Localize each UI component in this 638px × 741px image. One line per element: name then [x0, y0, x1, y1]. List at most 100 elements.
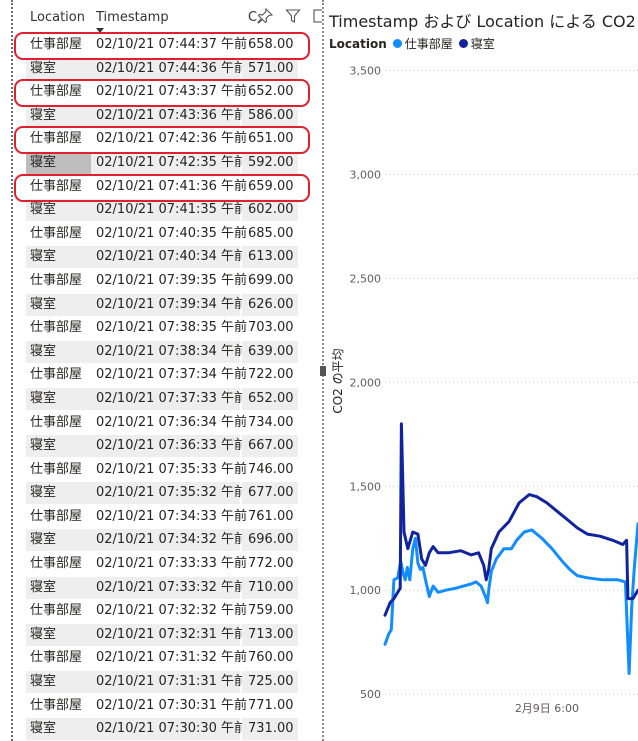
y-tick-label: 1,000	[350, 584, 382, 597]
row-highlight-annotation	[14, 126, 310, 155]
table-row[interactable]: 寝室 02/10/21 07:38:34 午前 639.00	[22, 340, 322, 365]
cell-location: 寝室	[26, 293, 92, 316]
cell-timestamp: 02/10/21 07:33:32 午前	[91, 576, 247, 599]
filter-icon[interactable]	[285, 8, 301, 24]
cell-location: 寝室	[26, 671, 92, 694]
cell-timestamp: 02/10/21 07:44:36 午前	[91, 57, 247, 80]
cell-timestamp: 02/10/21 07:34:33 午前	[96, 508, 248, 524]
y-axis-label: CO2 の平均	[331, 348, 345, 413]
table-row[interactable]: 仕事部屋 02/10/21 07:34:33 午前 761.00	[22, 506, 322, 530]
cell-co2-value: 677.00	[242, 482, 298, 505]
table-row[interactable]: 仕事部屋 02/10/21 07:30:31 午前 771.00	[22, 695, 322, 719]
cell-timestamp: 02/10/21 07:39:34 午前	[91, 293, 247, 316]
cell-timestamp: 02/10/21 07:39:35 午前	[96, 272, 248, 288]
cell-timestamp: 02/10/21 07:30:30 午前	[91, 718, 247, 741]
cell-location: 寝室	[26, 576, 92, 599]
table-row[interactable]: 寝室 02/10/21 07:44:36 午前 571.00	[22, 57, 322, 82]
y-tick-label: 500	[360, 688, 381, 701]
y-tick-label: 3,000	[350, 168, 382, 181]
cell-co2-value: 652.00	[242, 387, 298, 410]
row-highlight-annotation	[14, 32, 310, 60]
cell-location: 寝室	[26, 199, 92, 222]
table-row[interactable]: 仕事部屋 02/10/21 07:37:34 午前 722.00	[22, 364, 322, 388]
cell-co2-value: 703.00	[248, 320, 294, 336]
cell-co2-value: 592.00	[242, 151, 298, 174]
cell-timestamp: 02/10/21 07:36:34 午前	[96, 414, 248, 430]
cell-co2-value: 685.00	[248, 225, 294, 241]
table-row[interactable]: 寝室 02/10/21 07:33:32 午前 710.00	[22, 576, 322, 601]
pane-left-border	[11, 0, 13, 741]
table-row[interactable]: 仕事部屋 02/10/21 07:31:32 午前 760.00	[22, 647, 322, 671]
cell-location: 仕事部屋	[30, 272, 83, 288]
table-row[interactable]: 寝室 02/10/21 07:34:32 午前 696.00	[22, 529, 322, 553]
table-visual[interactable]: Location Timestamp C 仕事部屋 02/10/21 07:44:…	[22, 0, 322, 741]
cell-location: 仕事部屋	[30, 508, 83, 524]
cell-timestamp: 02/10/21 07:40:34 午前	[91, 246, 247, 269]
table-row[interactable]: 仕事部屋 02/10/21 07:32:32 午前 759.00	[22, 600, 322, 624]
cell-co2-value: 710.00	[242, 576, 298, 599]
table-row[interactable]: 寝室 02/10/21 07:40:34 午前 613.00	[22, 246, 322, 270]
y-tick-label: 3,500	[350, 64, 382, 77]
cell-timestamp: 02/10/21 07:34:32 午前	[91, 529, 247, 552]
table-header: Location Timestamp C	[22, 0, 322, 34]
table-row[interactable]: 仕事部屋 02/10/21 07:39:35 午前 699.00	[22, 270, 322, 294]
cell-co2-value: 772.00	[248, 556, 294, 572]
cell-timestamp: 02/10/21 07:32:32 午前	[96, 603, 248, 619]
cell-location: 仕事部屋	[30, 603, 83, 619]
cell-co2-value: 759.00	[248, 603, 294, 619]
cell-timestamp: 02/10/21 07:32:31 午前	[91, 623, 247, 646]
cell-location: 寝室	[26, 718, 92, 741]
column-header-co2[interactable]: C	[248, 10, 257, 25]
cell-timestamp: 02/10/21 07:37:33 午前	[91, 387, 247, 410]
cell-timestamp: 02/10/21 07:35:33 午前	[96, 461, 248, 477]
row-highlight-annotation	[14, 173, 310, 202]
column-header-timestamp[interactable]: Timestamp	[96, 10, 169, 25]
table-row[interactable]: 仕事部屋 02/10/21 07:33:33 午前 772.00	[22, 553, 322, 577]
table-row[interactable]: 仕事部屋 02/10/21 07:40:35 午前 685.00	[22, 223, 322, 247]
table-row[interactable]: 仕事部屋 02/10/21 07:35:33 午前 746.00	[22, 459, 322, 483]
cell-location: 寝室	[26, 623, 92, 646]
resize-handle[interactable]	[320, 366, 326, 376]
cell-co2-value: 639.00	[242, 340, 298, 363]
pin-icon[interactable]	[257, 8, 273, 24]
cell-timestamp: 02/10/21 07:38:35 午前	[96, 320, 248, 336]
table-row[interactable]: 寝室 02/10/21 07:35:32 午前 677.00	[22, 482, 322, 506]
focus-mode-icon[interactable]	[312, 8, 322, 24]
cell-location: 寝室	[26, 529, 92, 552]
column-header-location[interactable]: Location	[30, 10, 85, 25]
table-row[interactable]: 寝室 02/10/21 07:30:30 午前 731.00	[22, 718, 322, 741]
cell-co2-value: 746.00	[248, 461, 294, 477]
table-row[interactable]: 仕事部屋 02/10/21 07:36:34 午前 734.00	[22, 412, 322, 436]
cell-co2-value: 626.00	[242, 293, 298, 316]
table-row[interactable]: 仕事部屋 02/10/21 07:38:35 午前 703.00	[22, 317, 322, 341]
table-row[interactable]: 寝室 02/10/21 07:39:34 午前 626.00	[22, 293, 322, 318]
table-row[interactable]: 寝室 02/10/21 07:42:35 午前 592.00	[22, 151, 322, 176]
cell-co2-value: 713.00	[242, 623, 298, 646]
cell-co2-value: 725.00	[242, 671, 298, 694]
table-row[interactable]: 寝室 02/10/21 07:32:31 午前 713.00	[22, 623, 322, 648]
cell-co2-value: 571.00	[242, 57, 298, 80]
table-row[interactable]: 寝室 02/10/21 07:31:31 午前 725.00	[22, 671, 322, 695]
cell-co2-value: 722.00	[248, 367, 294, 383]
cell-co2-value: 613.00	[242, 246, 298, 269]
cell-location: 仕事部屋	[30, 556, 83, 572]
cell-location: 仕事部屋	[30, 320, 83, 336]
cell-location: 仕事部屋	[30, 650, 83, 666]
table-row[interactable]: 寝室 02/10/21 07:43:36 午前 586.00	[22, 104, 322, 129]
cell-location: 寝室	[26, 104, 92, 127]
cell-timestamp: 02/10/21 07:41:35 午前	[91, 199, 247, 222]
cell-location: 寝室	[26, 246, 92, 269]
cell-location: 寝室	[26, 435, 92, 458]
cell-co2-value: 734.00	[248, 414, 294, 430]
table-row[interactable]: 寝室 02/10/21 07:36:33 午前 667.00	[22, 435, 322, 459]
cell-co2-value: 771.00	[248, 697, 294, 713]
chart-visual[interactable]: Timestamp および Location による CO2 Location …	[327, 0, 638, 741]
line-chart: 3,500 3,000 2,500 2,000 1,500 1,000 500 2月9日 6:…	[331, 64, 638, 715]
cell-co2-value: 760.00	[248, 650, 294, 666]
cell-co2-value: 696.00	[242, 529, 298, 552]
series-line-0	[383, 522, 638, 675]
table-row[interactable]: 寝室 02/10/21 07:41:35 午前 602.00	[22, 199, 322, 223]
row-highlight-annotation	[14, 79, 310, 108]
cell-location: 寝室	[26, 340, 92, 363]
table-row[interactable]: 寝室 02/10/21 07:37:33 午前 652.00	[22, 387, 322, 412]
